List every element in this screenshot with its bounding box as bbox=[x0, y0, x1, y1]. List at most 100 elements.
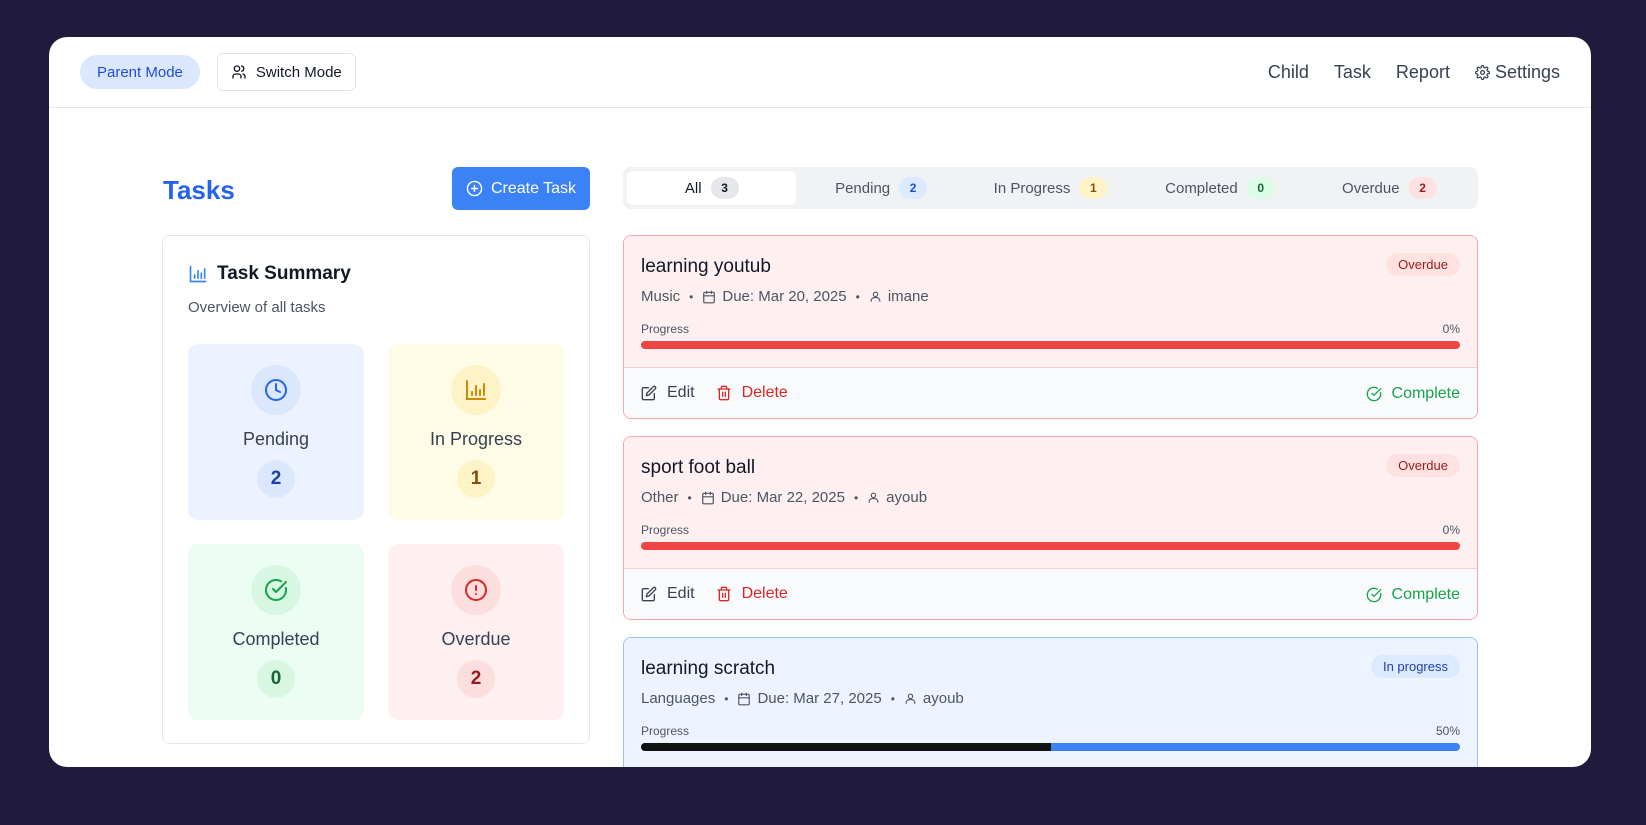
task-summary-card: Task Summary Overview of all tasks Pendi… bbox=[162, 235, 590, 744]
create-task-label: Create Task bbox=[490, 179, 577, 197]
tab-completed[interactable]: Completed 0 bbox=[1135, 171, 1304, 205]
task-assignee: ayoub bbox=[886, 489, 928, 506]
task-filter-tabs: All 3 Pending 2 In Progress 1 Completed … bbox=[623, 167, 1478, 209]
chart-icon bbox=[466, 380, 486, 400]
calendar-icon bbox=[701, 491, 714, 504]
app-window: Parent Mode Switch Mode Child Task Repor… bbox=[49, 37, 1591, 767]
tab-label: In Progress bbox=[993, 179, 1071, 197]
page-title: Tasks bbox=[163, 175, 235, 205]
delete-label: Delete bbox=[741, 585, 788, 602]
status-badge: In progress bbox=[1370, 655, 1460, 678]
edit-label: Edit bbox=[667, 384, 695, 401]
task-summary-heading: Task Summary bbox=[188, 263, 351, 285]
stat-count: 2 bbox=[457, 660, 495, 698]
stat-count: 0 bbox=[257, 660, 295, 698]
stat-label: Pending bbox=[242, 429, 310, 449]
tab-count-badge: 2 bbox=[1408, 177, 1437, 199]
tab-count-badge: 1 bbox=[1079, 177, 1108, 199]
stat-in-progress: In Progress 1 bbox=[388, 344, 564, 520]
stat-completed: Completed 0 bbox=[188, 544, 364, 720]
trash-icon bbox=[716, 385, 731, 401]
tab-all[interactable]: All 3 bbox=[627, 171, 797, 205]
gear-icon bbox=[1475, 65, 1490, 80]
users-icon bbox=[232, 65, 246, 79]
task-meta: Other • Due: Mar 22, 2025 • ayoub bbox=[641, 489, 928, 506]
stat-label: In Progress bbox=[429, 429, 523, 449]
delete-button[interactable]: Delete bbox=[716, 585, 788, 603]
progress-fill bbox=[641, 743, 1051, 751]
task-category: Music bbox=[641, 288, 681, 305]
complete-label: Complete bbox=[1391, 585, 1460, 603]
calendar-icon bbox=[703, 290, 716, 303]
progress-label: Progress bbox=[641, 724, 690, 738]
top-navbar: Parent Mode Switch Mode Child Task Repor… bbox=[49, 37, 1591, 108]
check-circle-icon bbox=[1366, 386, 1381, 401]
task-category: Other bbox=[641, 489, 679, 506]
progress-label: Progress bbox=[641, 523, 690, 537]
stat-count: 1 bbox=[457, 460, 495, 498]
nav-settings[interactable]: Settings bbox=[1475, 62, 1560, 83]
task-assignee: ayoub bbox=[922, 690, 964, 707]
nav-report[interactable]: Report bbox=[1396, 62, 1450, 83]
progress-value: 50% bbox=[1435, 724, 1460, 738]
task-assignee: imane bbox=[887, 288, 929, 305]
main-nav: Child Task Report Settings bbox=[1268, 37, 1560, 108]
task-title: sport foot ball bbox=[641, 457, 756, 478]
edit-button[interactable]: Edit bbox=[641, 585, 695, 603]
user-icon bbox=[905, 693, 916, 704]
task-summary-title: Task Summary bbox=[217, 263, 351, 284]
stat-label: Overdue bbox=[441, 629, 511, 649]
tab-label: Completed bbox=[1165, 179, 1238, 197]
complete-button[interactable]: Complete bbox=[1366, 368, 1460, 418]
progress-value: 0% bbox=[1442, 322, 1460, 336]
progress-bar bbox=[641, 542, 1460, 550]
task-meta: Languages • Due: Mar 27, 2025 • ayoub bbox=[641, 690, 964, 707]
task-category: Languages bbox=[641, 690, 716, 707]
progress-value: 0% bbox=[1442, 523, 1460, 537]
task-card: learning youtub Overdue Music • Due: Mar… bbox=[623, 235, 1478, 419]
complete-label: Complete bbox=[1391, 384, 1460, 402]
tab-count-badge: 0 bbox=[1246, 177, 1275, 199]
complete-button[interactable]: Complete bbox=[1366, 569, 1460, 619]
stat-overdue: Overdue 2 bbox=[388, 544, 564, 720]
task-summary-subtitle: Overview of all tasks bbox=[188, 299, 326, 316]
progress-bar bbox=[641, 743, 1460, 751]
task-meta: Music • Due: Mar 20, 2025 • imane bbox=[641, 288, 929, 305]
stat-label: Completed bbox=[232, 629, 320, 649]
nav-task[interactable]: Task bbox=[1334, 62, 1371, 83]
create-task-button[interactable]: Create Task bbox=[452, 167, 590, 210]
tab-label: Pending bbox=[835, 179, 891, 197]
task-actions: Edit Delete Complete bbox=[624, 367, 1477, 418]
switch-mode-button[interactable]: Switch Mode bbox=[216, 53, 356, 91]
status-badge: Overdue bbox=[1386, 253, 1460, 276]
task-card: sport foot ball Overdue Other • Due: Mar… bbox=[623, 436, 1478, 620]
progress-label: Progress bbox=[641, 322, 690, 336]
parent-mode-badge: Parent Mode bbox=[80, 55, 200, 89]
task-due-date: Due: Mar 22, 2025 bbox=[720, 489, 845, 506]
check-circle-icon bbox=[265, 578, 287, 601]
tab-label: Overdue bbox=[1342, 179, 1400, 197]
tab-count-badge: 2 bbox=[899, 177, 928, 199]
tab-overdue[interactable]: Overdue 2 bbox=[1305, 171, 1474, 205]
tab-in-progress[interactable]: In Progress 1 bbox=[966, 171, 1135, 205]
task-due-date: Due: Mar 20, 2025 bbox=[722, 288, 847, 305]
tab-count-badge: 3 bbox=[710, 177, 739, 199]
check-circle-icon bbox=[1366, 587, 1381, 602]
nav-child[interactable]: Child bbox=[1268, 62, 1309, 83]
user-icon bbox=[870, 291, 881, 302]
delete-button[interactable]: Delete bbox=[716, 384, 788, 402]
trash-icon bbox=[716, 586, 731, 602]
progress-bar bbox=[641, 341, 1460, 349]
status-badge: Overdue bbox=[1386, 454, 1460, 477]
nav-settings-label: Settings bbox=[1494, 62, 1560, 82]
switch-mode-label: Switch Mode bbox=[255, 63, 342, 81]
tab-label: All bbox=[684, 179, 702, 197]
task-due-date: Due: Mar 27, 2025 bbox=[757, 690, 882, 707]
edit-button[interactable]: Edit bbox=[641, 384, 695, 402]
task-card: learning scratch In progress Languages •… bbox=[623, 637, 1478, 767]
tab-pending[interactable]: Pending 2 bbox=[796, 171, 965, 205]
alert-circle-icon bbox=[465, 579, 487, 601]
user-icon bbox=[868, 492, 879, 503]
task-title: learning youtub bbox=[641, 256, 771, 277]
stat-count: 2 bbox=[257, 460, 295, 498]
